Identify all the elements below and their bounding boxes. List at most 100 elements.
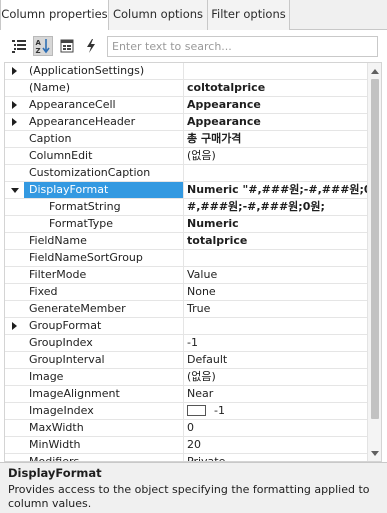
property-name: FilterMode: [24, 267, 184, 283]
property-value[interactable]: (없음): [184, 369, 367, 385]
property-name: Modifiers: [24, 454, 184, 461]
property-name: GroupFormat: [24, 318, 184, 334]
property-value-text: -1: [214, 404, 225, 417]
property-value[interactable]: -1: [184, 335, 367, 351]
property-row[interactable]: AppearanceCell Appearance: [5, 97, 367, 114]
property-value[interactable]: Private: [184, 454, 367, 461]
property-toolbar: A Z Enter text to search...: [0, 30, 387, 62]
property-value[interactable]: Numeric: [184, 216, 367, 232]
row-gutter: [5, 233, 24, 249]
property-value[interactable]: Appearance: [184, 97, 367, 113]
property-row[interactable]: ImageAlignment Near: [5, 386, 367, 403]
scroll-down-arrow-icon[interactable]: [370, 448, 380, 458]
property-name: MinWidth: [24, 437, 184, 453]
property-name: ImageAlignment: [24, 386, 184, 402]
property-value[interactable]: [184, 63, 367, 79]
vertical-scrollbar[interactable]: [367, 63, 381, 461]
row-gutter: [5, 335, 24, 351]
property-value[interactable]: 0: [184, 420, 367, 436]
scrollbar-thumb[interactable]: [371, 79, 379, 419]
property-row[interactable]: MaxWidth 0: [5, 420, 367, 437]
tab-column-options[interactable]: Column options: [109, 0, 208, 30]
property-row[interactable]: Image (없음): [5, 369, 367, 386]
property-value[interactable]: True: [184, 301, 367, 317]
property-row[interactable]: ImageIndex -1: [5, 403, 367, 420]
svg-text:A: A: [36, 39, 42, 47]
property-row[interactable]: FormatString #,###원;-#,###원;0원;: [5, 199, 367, 216]
property-value[interactable]: [184, 318, 367, 334]
expand-arrow-icon[interactable]: [5, 63, 24, 79]
property-row[interactable]: GroupInterval Default: [5, 352, 367, 369]
svg-text:Z: Z: [36, 47, 41, 54]
property-row[interactable]: (ApplicationSettings): [5, 63, 367, 80]
tab-column-properties[interactable]: Column properties: [0, 0, 109, 31]
categorized-view-button[interactable]: [9, 36, 29, 56]
property-name: (ApplicationSettings): [24, 63, 184, 79]
row-gutter: [5, 80, 24, 96]
scroll-up-arrow-icon[interactable]: [370, 66, 380, 76]
property-value[interactable]: Value: [184, 267, 367, 283]
property-row[interactable]: (Name) coltotalprice: [5, 80, 367, 97]
property-value[interactable]: Default: [184, 352, 367, 368]
property-row[interactable]: MinWidth 20: [5, 437, 367, 454]
property-value[interactable]: totalprice: [184, 233, 367, 249]
description-title: DisplayFormat: [8, 466, 102, 480]
collapse-arrow-icon[interactable]: [5, 182, 24, 198]
property-value[interactable]: (없음): [184, 148, 367, 164]
property-value[interactable]: Numeric "#,###원;-#,###원;0원;": [184, 182, 367, 198]
property-row[interactable]: Caption 총 구매가격: [5, 131, 367, 148]
property-name: ImageIndex: [24, 403, 184, 419]
property-row[interactable]: ColumnEdit (없음): [5, 148, 367, 165]
property-value[interactable]: None: [184, 284, 367, 300]
property-row[interactable]: Fixed None: [5, 284, 367, 301]
row-gutter: [5, 352, 24, 368]
property-name: FieldName: [24, 233, 184, 249]
alphabetical-view-button[interactable]: A Z: [33, 36, 53, 56]
property-name: GroupInterval: [24, 352, 184, 368]
property-row[interactable]: FilterMode Value: [5, 267, 367, 284]
property-value[interactable]: [184, 165, 367, 181]
row-gutter: [5, 420, 24, 436]
property-value[interactable]: [184, 250, 367, 266]
property-name: DisplayFormat: [24, 182, 184, 198]
property-pages-button[interactable]: [57, 36, 77, 56]
property-value[interactable]: 20: [184, 437, 367, 453]
property-name: ColumnEdit: [24, 148, 184, 164]
property-row[interactable]: Modifiers Private: [5, 454, 367, 461]
property-name: AppearanceHeader: [24, 114, 184, 130]
property-row[interactable]: CustomizationCaption: [5, 165, 367, 182]
tab-filter-options[interactable]: Filter options: [208, 0, 290, 30]
property-row[interactable]: FieldNameSortGroup: [5, 250, 367, 267]
search-input[interactable]: Enter text to search...: [107, 36, 378, 57]
row-gutter: [5, 131, 24, 147]
expand-arrow-icon[interactable]: [5, 114, 24, 130]
property-name: Image: [24, 369, 184, 385]
property-value[interactable]: 총 구매가격: [184, 131, 367, 147]
events-button[interactable]: [81, 36, 101, 56]
property-value[interactable]: coltotalprice: [184, 80, 367, 96]
property-name: Caption: [24, 131, 184, 147]
property-row[interactable]: FieldName totalprice: [5, 233, 367, 250]
property-row[interactable]: AppearanceHeader Appearance: [5, 114, 367, 131]
description-panel: DisplayFormat Provides access to the obj…: [0, 462, 387, 513]
property-grid: (ApplicationSettings) (Name) coltotalprice…: [4, 62, 382, 462]
property-name: AppearanceCell: [24, 97, 184, 113]
property-value[interactable]: Near: [184, 386, 367, 402]
row-gutter: [5, 250, 24, 266]
property-value[interactable]: -1: [184, 403, 367, 419]
property-row[interactable]: GenerateMember True: [5, 301, 367, 318]
property-row[interactable]: GroupFormat: [5, 318, 367, 335]
sort-alphabetical-icon: A Z: [36, 39, 50, 54]
property-row[interactable]: DisplayFormatNumeric "#,###원;-#,###원;0원;…: [5, 182, 367, 199]
expand-arrow-icon[interactable]: [5, 318, 24, 334]
expand-arrow-icon[interactable]: [5, 97, 24, 113]
row-gutter: [5, 369, 24, 385]
property-row[interactable]: GroupIndex -1: [5, 335, 367, 352]
row-gutter: [5, 386, 24, 402]
lightning-icon: [87, 39, 95, 53]
property-row[interactable]: FormatType Numeric: [5, 216, 367, 233]
property-name: GenerateMember: [24, 301, 184, 317]
row-gutter: [5, 284, 24, 300]
property-value[interactable]: Appearance: [184, 114, 367, 130]
property-value[interactable]: #,###원;-#,###원;0원;: [184, 199, 367, 215]
